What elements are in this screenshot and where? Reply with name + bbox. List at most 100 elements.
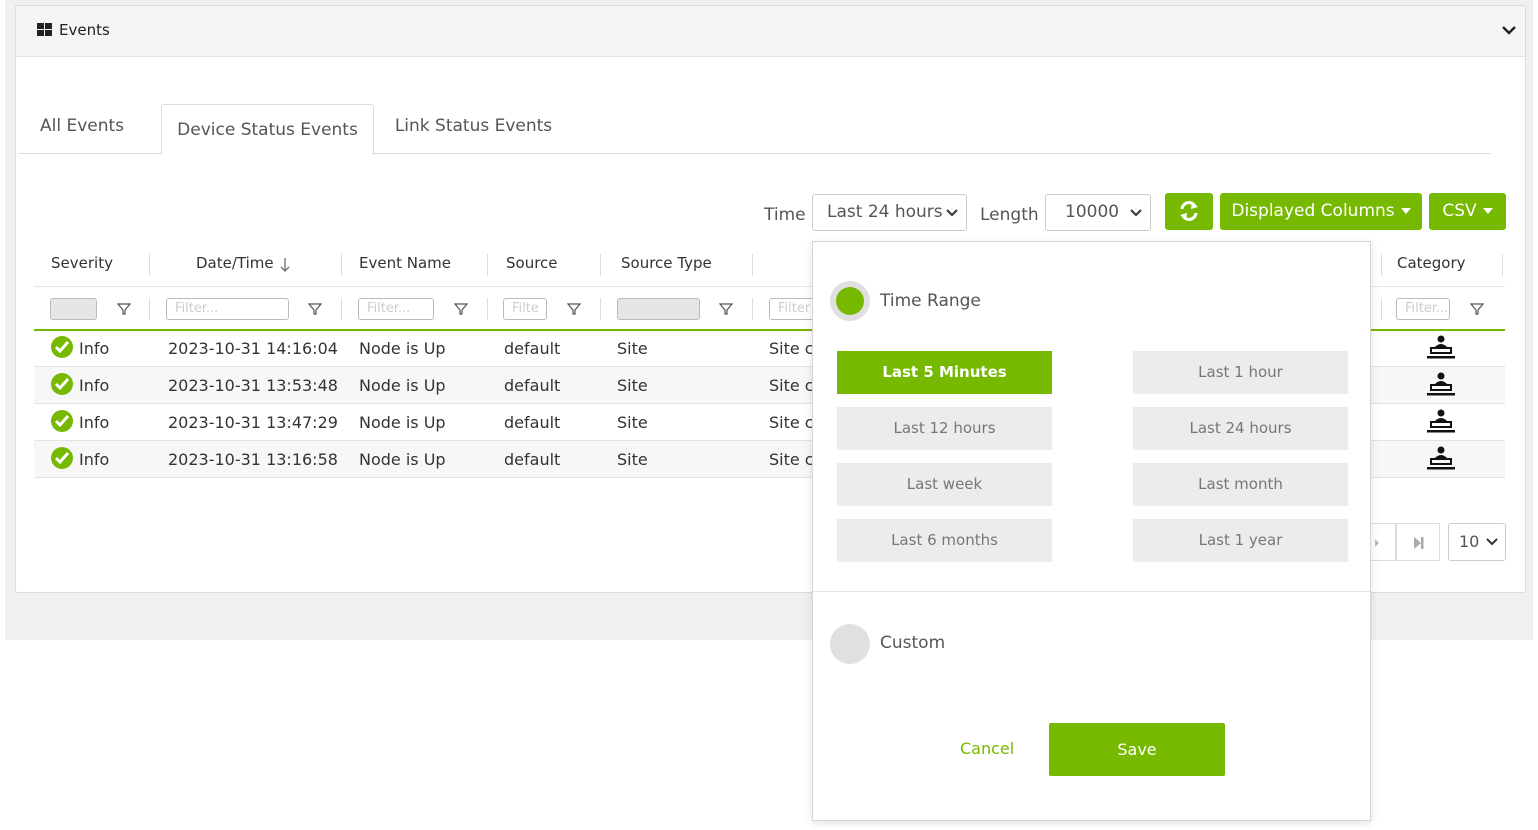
- source-cell: default: [504, 413, 561, 432]
- tab-link-status-events[interactable]: Link Status Events: [381, 98, 566, 154]
- length-label: Length: [980, 205, 1039, 225]
- range-last-week[interactable]: Last week: [837, 463, 1052, 506]
- severity-cell: Info: [79, 339, 110, 358]
- save-button[interactable]: Save: [1049, 723, 1225, 776]
- device-user-icon: [1427, 409, 1455, 433]
- event-name-cell: Node is Up: [359, 339, 446, 358]
- refresh-button[interactable]: [1165, 193, 1213, 230]
- source-cell: default: [504, 339, 561, 358]
- csv-button[interactable]: CSV: [1429, 193, 1506, 230]
- datetime-filter[interactable]: Filter...: [166, 298, 289, 320]
- range-last-6-months[interactable]: Last 6 months: [837, 519, 1052, 562]
- col-severity[interactable]: Severity: [51, 254, 113, 272]
- time-select[interactable]: Last 24 hours: [812, 194, 967, 231]
- range-last-month[interactable]: Last month: [1133, 463, 1348, 506]
- range-last-1-year[interactable]: Last 1 year: [1133, 519, 1348, 562]
- event-name-filter[interactable]: Filter...: [358, 298, 434, 320]
- funnel-icon[interactable]: [308, 302, 322, 316]
- column-separator: [487, 254, 488, 276]
- column-separator: [752, 254, 753, 276]
- datetime-cell: 2023-10-31 13:53:48: [168, 376, 338, 395]
- chevron-down-icon: [1486, 538, 1498, 546]
- range-last-24-hours[interactable]: Last 24 hours: [1133, 407, 1348, 450]
- chevron-down-icon: [946, 209, 958, 217]
- time-select-value: Last 24 hours: [827, 202, 943, 222]
- grid-icon: [37, 23, 53, 37]
- event-name-cell: Node is Up: [359, 413, 446, 432]
- column-separator: [1381, 254, 1382, 276]
- custom-label: Custom: [880, 633, 946, 653]
- column-separator: [487, 298, 488, 320]
- time-range-label: Time Range: [880, 291, 981, 311]
- chevron-down-icon[interactable]: [1501, 23, 1517, 37]
- time-label: Time: [764, 205, 806, 225]
- funnel-icon[interactable]: [117, 302, 131, 316]
- source-cell: default: [504, 450, 561, 469]
- severity-cell: Info: [79, 413, 110, 432]
- funnel-icon[interactable]: [454, 302, 468, 316]
- caret-down-icon: [1400, 208, 1411, 214]
- column-separator: [600, 254, 601, 276]
- custom-radio[interactable]: [830, 624, 870, 664]
- description-cell: Site c: [769, 339, 814, 358]
- source-filter[interactable]: Filte: [503, 298, 547, 320]
- check-circle-icon: [51, 336, 73, 358]
- funnel-icon[interactable]: [1470, 302, 1484, 316]
- source-cell: default: [504, 376, 561, 395]
- tab-bar: All Events Device Status Events Link Sta…: [19, 98, 1491, 155]
- column-separator: [149, 298, 150, 320]
- length-select[interactable]: 10000: [1045, 194, 1151, 231]
- source-type-filter[interactable]: [617, 298, 700, 320]
- skip-end-icon: [1414, 537, 1424, 549]
- severity-cell: Info: [79, 376, 110, 395]
- datetime-cell: 2023-10-31 13:16:58: [168, 450, 338, 469]
- severity-cell: Info: [79, 450, 110, 469]
- check-circle-icon: [51, 373, 73, 395]
- severity-filter[interactable]: [50, 298, 97, 320]
- source-type-cell: Site: [617, 450, 648, 469]
- source-type-cell: Site: [617, 339, 648, 358]
- column-separator: [752, 298, 753, 320]
- col-source[interactable]: Source: [506, 254, 558, 272]
- chevron-down-icon: [1130, 209, 1142, 217]
- device-user-icon: [1427, 372, 1455, 396]
- funnel-icon[interactable]: [719, 302, 733, 316]
- check-circle-icon: [51, 410, 73, 432]
- last-page-button[interactable]: [1396, 523, 1440, 561]
- event-name-cell: Node is Up: [359, 450, 446, 469]
- time-range-dropdown: Time Range Last 5 Minutes Last 1 hour La…: [812, 241, 1371, 821]
- panel-header[interactable]: Events: [16, 6, 1525, 57]
- tab-device-status-events[interactable]: Device Status Events: [161, 104, 374, 155]
- col-source-type[interactable]: Source Type: [621, 254, 712, 272]
- column-separator: [149, 254, 150, 276]
- col-category[interactable]: Category: [1397, 254, 1466, 272]
- displayed-columns-label: Displayed Columns: [1231, 201, 1395, 221]
- range-last-12-hours[interactable]: Last 12 hours: [837, 407, 1052, 450]
- radio-selected-dot: [836, 287, 864, 315]
- displayed-columns-button[interactable]: Displayed Columns: [1220, 193, 1422, 230]
- caret-down-icon: [1482, 208, 1493, 214]
- col-event-name[interactable]: Event Name: [359, 254, 451, 272]
- col-datetime[interactable]: Date/Time: [196, 254, 274, 272]
- column-separator: [1381, 298, 1382, 320]
- cancel-button[interactable]: Cancel: [960, 739, 1014, 758]
- column-separator: [341, 254, 342, 276]
- tab-all-events[interactable]: All Events: [19, 98, 145, 154]
- range-last-1-hour[interactable]: Last 1 hour: [1133, 351, 1348, 394]
- source-type-cell: Site: [617, 376, 648, 395]
- funnel-icon[interactable]: [567, 302, 581, 316]
- description-cell: Site c: [769, 413, 814, 432]
- dropdown-divider: [813, 591, 1370, 592]
- column-separator: [341, 298, 342, 320]
- datetime-cell: 2023-10-31 14:16:04: [168, 339, 338, 358]
- range-last-5-minutes[interactable]: Last 5 Minutes: [837, 351, 1052, 394]
- column-separator: [1502, 254, 1503, 276]
- check-circle-icon: [51, 447, 73, 469]
- time-range-radio[interactable]: [830, 281, 870, 321]
- page-size-select[interactable]: 10: [1448, 523, 1506, 561]
- page-size-value: 10: [1459, 532, 1480, 551]
- column-separator: [600, 298, 601, 320]
- category-filter[interactable]: Filter...: [1396, 298, 1450, 320]
- panel-title: Events: [59, 21, 110, 39]
- event-name-cell: Node is Up: [359, 376, 446, 395]
